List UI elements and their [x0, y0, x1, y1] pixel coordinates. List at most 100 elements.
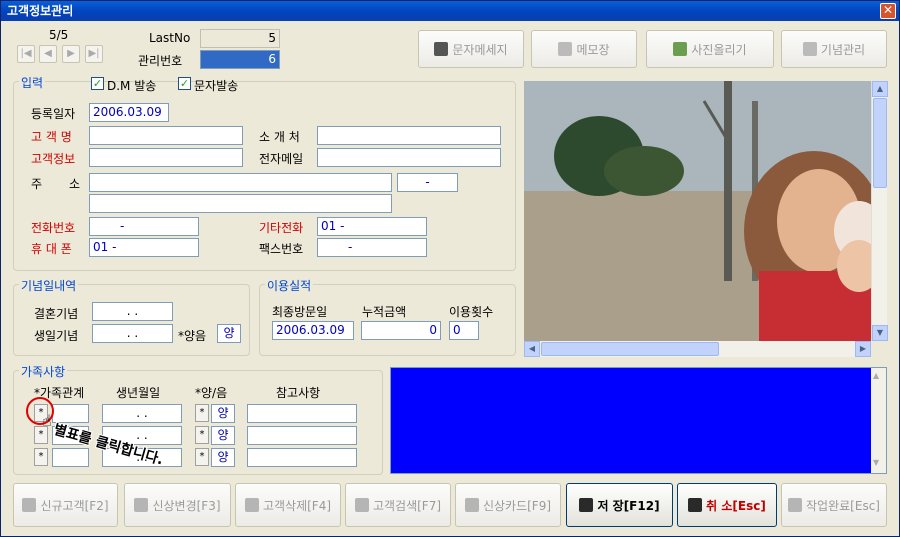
wedding-label: 결혼기념 — [34, 307, 79, 321]
save-button[interactable]: 저 장[F12] — [566, 483, 673, 527]
cancel-button[interactable]: 취 소[Esc] — [677, 483, 777, 527]
address-label-1: 주 — [31, 177, 43, 191]
sms-button-label: 문자메세지 — [452, 42, 508, 57]
scroll-down-icon[interactable]: ▼ — [872, 325, 888, 341]
mobile-label: 휴 대 폰 — [31, 242, 72, 256]
scroll-up-icon[interactable]: ▲ — [872, 81, 888, 97]
pointer-hand-icon: ☝ — [42, 411, 52, 430]
birthday-field[interactable]: . . — [92, 324, 173, 343]
family-birth-field[interactable]: . . — [102, 404, 182, 423]
family-lunar-field[interactable]: 양 — [211, 426, 235, 445]
address-field-1[interactable] — [89, 173, 392, 192]
record-counter: 5/5 — [49, 28, 69, 42]
photo-upload-button[interactable]: 사진올리기 — [646, 30, 774, 68]
sms-button[interactable]: 문자메세지 — [418, 30, 524, 68]
family-lunar-star-button[interactable]: * — [195, 448, 209, 466]
mobile-field[interactable]: 01 - — [89, 238, 199, 257]
scroll-right-icon[interactable]: ▶ — [855, 341, 871, 357]
scroll-up-icon[interactable]: ▲ — [873, 371, 879, 380]
anniversary-group-title: 기념일내역 — [19, 277, 79, 294]
family-group-title: 가족사항 — [19, 363, 68, 380]
family-row-star-button[interactable]: * — [34, 448, 48, 466]
other-phone-field[interactable]: 01 - — [317, 217, 427, 236]
last-record-button[interactable]: ▶| — [85, 45, 103, 63]
sms-checkbox[interactable]: ✓ — [178, 77, 191, 90]
search-customer-label: 고객검색[F7] — [372, 498, 442, 513]
anniversary-button[interactable]: 기념관리 — [781, 30, 887, 68]
family-lunar-field[interactable]: 양 — [211, 448, 235, 467]
family-lunar-field[interactable]: 양 — [211, 404, 235, 423]
finish-button[interactable]: 작업완료[Esc] — [781, 483, 887, 527]
total-amount-field[interactable]: 0 — [361, 321, 441, 340]
last-visit-label: 최종방문일 — [272, 305, 328, 319]
finish-button-label: 작업완료[Esc] — [806, 498, 880, 513]
anniversary-button-label: 기념관리 — [820, 42, 866, 57]
new-customer-button[interactable]: 신규고객[F2] — [13, 483, 118, 527]
usage-group-title: 이용실적 — [265, 277, 314, 294]
phone-label: 전화번호 — [31, 221, 76, 235]
customer-name-field[interactable] — [89, 126, 243, 145]
reg-date-field[interactable]: 2006.03.09 — [89, 103, 169, 122]
manage-no-field[interactable]: 6 — [200, 50, 280, 69]
lunar-field[interactable]: 양 — [217, 324, 241, 343]
visit-count-field[interactable]: 0 — [449, 321, 479, 340]
window-title: 고객정보관리 — [7, 4, 74, 18]
prev-record-button[interactable]: ◀ — [39, 45, 57, 63]
address-label-2: 소 — [69, 177, 81, 191]
photo-vertical-scrollbar[interactable]: ▲ ▼ — [871, 81, 888, 341]
reg-date-label: 등록일자 — [31, 107, 76, 121]
visit-count-label: 이용횟수 — [449, 305, 494, 319]
scroll-down-icon[interactable]: ▼ — [873, 458, 879, 467]
wedding-field[interactable]: . . — [92, 302, 173, 321]
address-field-2[interactable] — [89, 194, 392, 213]
vertical-scroll-thumb[interactable] — [873, 98, 887, 188]
customer-photo — [524, 81, 871, 341]
customer-card-button[interactable]: 신상카드[F9] — [455, 483, 561, 527]
panel-scrollbar[interactable]: ▲ ▼ — [871, 368, 886, 473]
customer-info-field[interactable] — [89, 148, 243, 167]
dm-checkbox[interactable]: ✓ — [91, 77, 104, 90]
exit-door-icon — [788, 498, 803, 512]
scroll-left-icon[interactable]: ◀ — [524, 341, 540, 357]
usage-group — [259, 284, 516, 356]
email-field[interactable] — [317, 148, 501, 167]
customer-name-label: 고 객 명 — [31, 130, 72, 144]
email-label: 전자메일 — [259, 152, 304, 166]
notepad-icon — [558, 42, 573, 56]
family-note-field[interactable] — [247, 426, 357, 445]
edit-customer-label: 신상변경[F3] — [152, 498, 221, 513]
new-customer-label: 신규고객[F2] — [40, 498, 109, 513]
memo-button-label: 메모장 — [576, 42, 610, 57]
fax-field[interactable]: - — [317, 238, 427, 257]
family-relation-field[interactable] — [52, 448, 89, 467]
delete-customer-button[interactable]: 고객삭제[F4] — [235, 483, 341, 527]
family-header-lunar: *양/음 — [195, 386, 228, 400]
memo-display-panel[interactable]: ▲ ▼ — [390, 367, 887, 474]
edit-customer-button[interactable]: 신상변경[F3] — [124, 483, 231, 527]
cancel-disk-icon — [688, 498, 703, 512]
family-header-birth: 생년월일 — [116, 386, 161, 400]
last-visit-field[interactable]: 2006.03.09 — [272, 321, 354, 340]
floppy-disk-icon — [579, 498, 594, 512]
lunar-label: *양음 — [178, 329, 207, 343]
photo-horizontal-scrollbar[interactable]: ◀ ▶ — [524, 341, 871, 357]
title-bar: 고객정보관리 ✕ — [1, 1, 899, 21]
family-lunar-star-button[interactable]: * — [195, 404, 209, 422]
family-lunar-star-button[interactable]: * — [195, 426, 209, 444]
delete-customer-label: 고객삭제[F4] — [262, 498, 332, 513]
search-customer-button[interactable]: 고객검색[F7] — [345, 483, 451, 527]
family-note-field[interactable] — [247, 404, 357, 423]
horizontal-scroll-thumb[interactable] — [541, 342, 719, 356]
next-record-button[interactable]: ▶ — [62, 45, 80, 63]
cancel-button-label: 취 소[Esc] — [706, 498, 766, 513]
new-user-icon — [22, 498, 37, 512]
family-note-field[interactable] — [247, 448, 357, 467]
phone-field[interactable]: - — [89, 217, 199, 236]
referral-field[interactable] — [317, 126, 501, 145]
zipcode-field[interactable]: - — [397, 173, 458, 192]
family-header-note: 참고사항 — [276, 386, 321, 400]
memo-button[interactable]: 메모장 — [531, 30, 637, 68]
close-icon[interactable]: ✕ — [880, 3, 896, 19]
customer-card-label: 신상카드[F9] — [482, 498, 552, 513]
first-record-button[interactable]: |◀ — [17, 45, 35, 63]
